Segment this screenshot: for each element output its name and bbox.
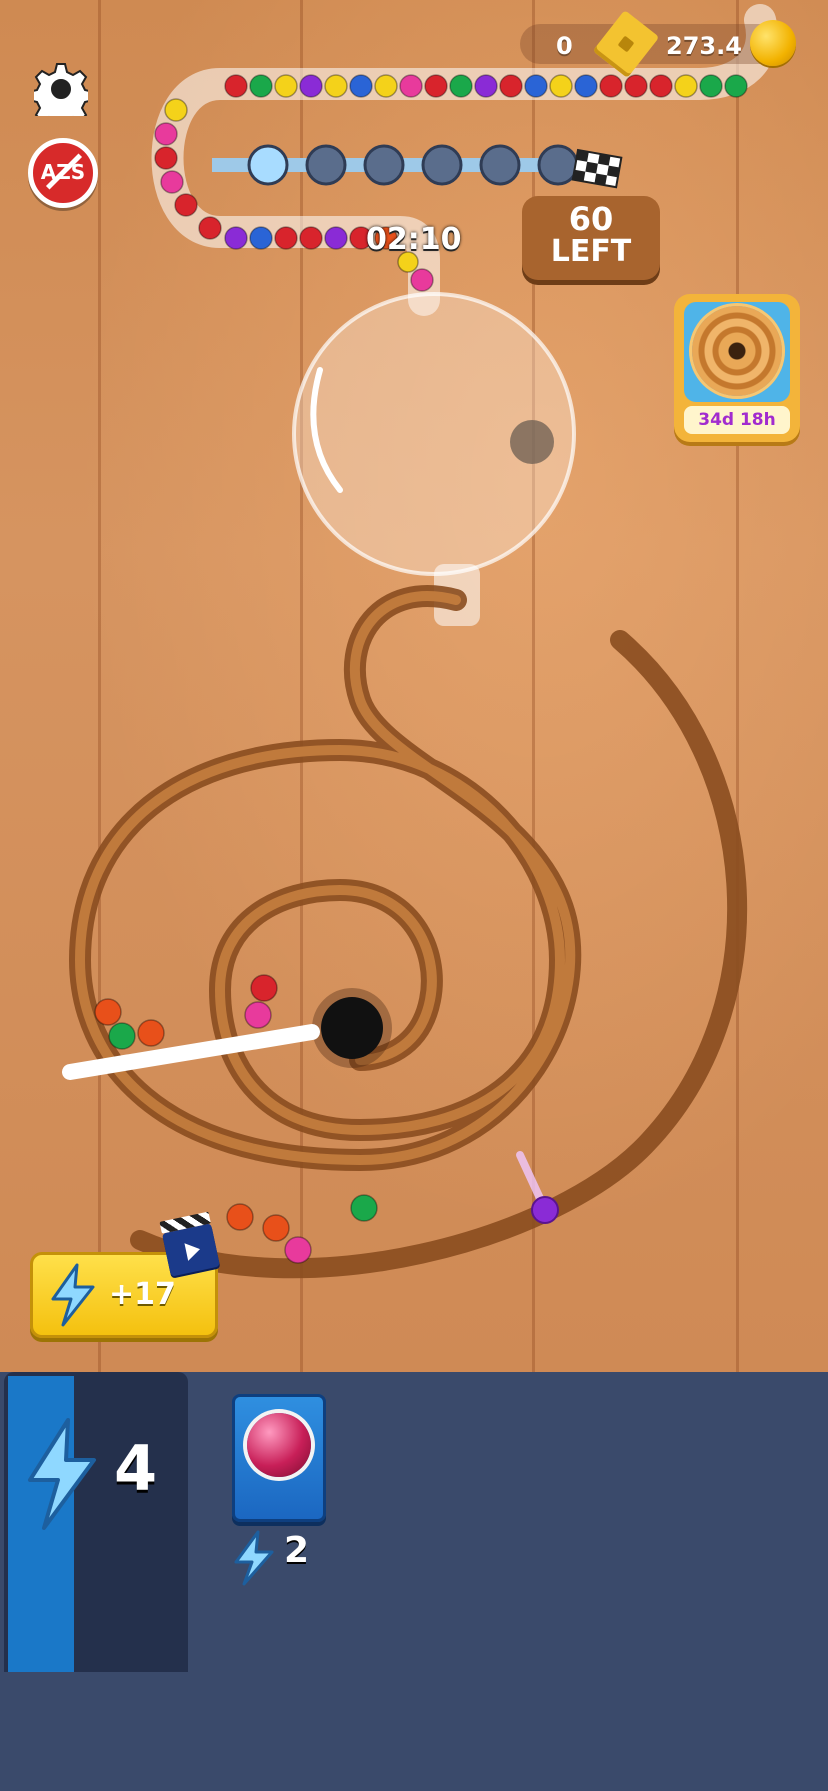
marble [164,98,188,122]
marble [154,146,178,170]
marble [649,74,673,98]
center-hole[interactable] [321,997,383,1059]
marble [349,74,373,98]
sort-button-label: AZS [40,160,86,184]
boost-amount: +17 [109,1277,176,1312]
event-card[interactable]: 34d 18h [674,294,800,442]
marble [249,226,273,250]
bottom-panel: 4 2 [0,1372,828,1791]
marble [250,974,278,1002]
lightning-icon [234,1530,274,1586]
balls-left-number: 60 [568,200,614,238]
marble [249,74,273,98]
gear-icon[interactable] [34,62,88,116]
shooter-marble[interactable] [531,1196,559,1224]
balls-left-counter: 60 LEFT [522,196,660,280]
pink-marble-icon [247,1413,311,1477]
progress-node [421,144,463,186]
marble [154,122,178,146]
marble [198,216,222,240]
marble [674,74,698,98]
energy-count: 4 [114,1432,158,1505]
marble [274,74,298,98]
marble [94,998,122,1026]
marble [474,74,498,98]
marble [574,74,598,98]
marble [299,74,323,98]
progress-node [363,144,405,186]
marble [224,74,248,98]
lightning-icon [28,1418,96,1530]
balls-left-label: LEFT [550,234,632,269]
finish-flag-icon [571,148,623,189]
bowl-shadow-spot [510,420,554,464]
marble [449,74,473,98]
marble [724,74,748,98]
coin-count: 273.4 [666,32,742,60]
marble [699,74,723,98]
spiral-track-wall [68,585,582,1172]
progress-node [537,144,579,186]
spiral-track-groove [74,591,576,1166]
marble [374,74,398,98]
ticket-count: 0 [556,32,573,60]
marble [274,226,298,250]
item-cost: 2 [284,1530,310,1571]
marble [174,193,198,217]
marble [160,170,184,194]
lightning-icon [51,1263,95,1327]
marble [324,74,348,98]
marble [350,1194,378,1222]
marble [424,74,448,98]
energy-meter: 4 [4,1372,188,1672]
progress-node [305,144,347,186]
progress-node [479,144,521,186]
marble [284,1236,312,1264]
marble [499,74,523,98]
marble [262,1214,290,1242]
track-scene[interactable] [0,0,828,1372]
marble [244,1001,272,1029]
marble-track-event-icon [684,302,790,402]
sort-toggle-button[interactable]: AZS [28,138,98,208]
marble-item-card[interactable] [232,1394,326,1522]
marble [137,1019,165,1047]
level-timer: 02:10 [366,222,462,257]
marble [224,226,248,250]
coin-icon[interactable] [750,20,796,66]
marble [524,74,548,98]
marble [226,1203,254,1231]
marble [399,74,423,98]
marble [108,1022,136,1050]
marble [599,74,623,98]
marble [410,268,434,292]
progress-node [247,144,289,186]
marble [299,226,323,250]
event-time-left: 34d 18h [684,406,790,434]
marble [624,74,648,98]
marble [549,74,573,98]
marble [324,226,348,250]
